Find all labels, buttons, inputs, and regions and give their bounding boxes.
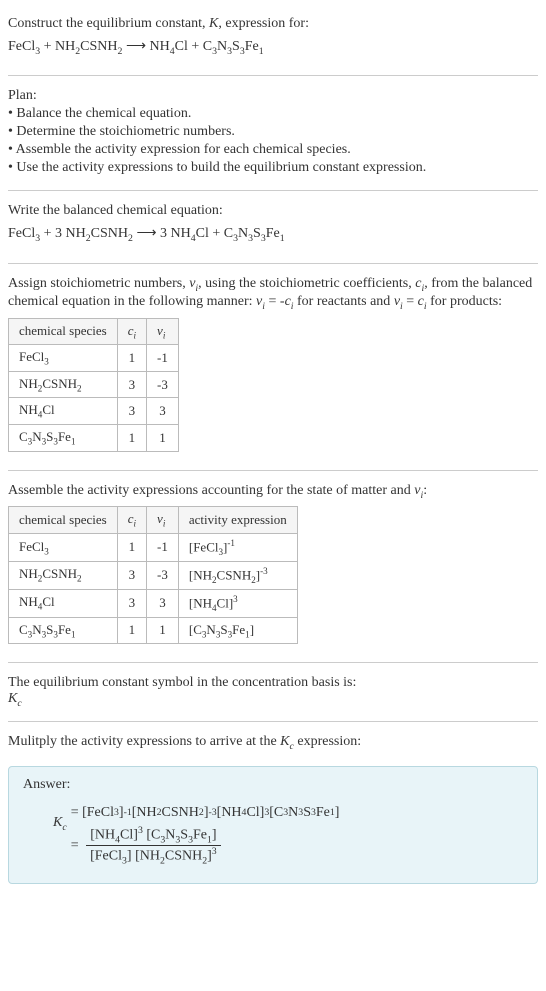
stoich-section: Assign stoichiometric numbers, νi, using…: [8, 268, 538, 466]
answer-label: Answer:: [23, 777, 523, 793]
answer-line2: = [NH4Cl]3 [C3N3S3Fe1] [FeCl3] [NH2CSNH2…: [71, 825, 340, 867]
header-line1: Construct the equilibrium constant, K, e…: [8, 16, 538, 32]
kc-symbol: Kc: [53, 803, 67, 833]
divider: [8, 470, 538, 471]
cell: 1: [147, 424, 179, 451]
cell: 1: [117, 617, 146, 644]
cell: FeCl3: [9, 345, 118, 372]
table-row: C3N3S3Fe1 1 1 [C3N3S3Fe1]: [9, 617, 298, 644]
cell: NH2CSNH2: [9, 561, 118, 589]
multiply-text: Mulitply the activity expressions to arr…: [8, 734, 538, 752]
divider: [8, 662, 538, 663]
cell: 3: [147, 398, 179, 425]
cell: 3: [117, 589, 146, 617]
cell: 3: [147, 589, 179, 617]
multiply-section: Mulitply the activity expressions to arr…: [8, 726, 538, 760]
cell: NH2CSNH2: [9, 371, 118, 398]
answer-content: Kc = [FeCl3]-1 [NH2CSNH2]-3 [NH4Cl]3 [C3…: [53, 803, 523, 869]
cell: NH4Cl: [9, 589, 118, 617]
header-equation: FeCl3 + NH2CSNH2 ⟶ NH4Cl + C3N3S3Fe1: [8, 36, 538, 59]
plan-item: • Determine the stoichiometric numbers.: [8, 124, 538, 140]
stoich-header-vi: νi: [147, 318, 179, 345]
table-row: NH2CSNH2 3 -3 [NH2CSNH2]-3: [9, 561, 298, 589]
plan-item: • Balance the chemical equation.: [8, 106, 538, 122]
cell: [FeCl3]-1: [178, 533, 297, 561]
cell: 1: [117, 424, 146, 451]
plan-section: Plan: • Balance the chemical equation. •…: [8, 80, 538, 186]
divider: [8, 75, 538, 76]
activity-table: chemical species ci νi activity expressi…: [8, 506, 298, 644]
balanced-title: Write the balanced chemical equation:: [8, 203, 538, 219]
cell: 3: [117, 398, 146, 425]
stoich-table: chemical species ci νi FeCl3 1 -1 NH2CSN…: [8, 318, 179, 452]
plan-item: • Assemble the activity expression for e…: [8, 142, 538, 158]
activity-text: Assemble the activity expressions accoun…: [8, 483, 538, 501]
plan-item: • Use the activity expressions to build …: [8, 160, 538, 176]
cell: -1: [147, 533, 179, 561]
table-row: NH4Cl 3 3 [NH4Cl]3: [9, 589, 298, 617]
answer-numerator: [NH4Cl]3 [C3N3S3Fe1]: [86, 825, 221, 846]
cell: -3: [147, 561, 179, 589]
cell: 3: [117, 561, 146, 589]
cell: -1: [147, 345, 179, 372]
activity-section: Assemble the activity expressions accoun…: [8, 475, 538, 659]
cell: 3: [117, 371, 146, 398]
activity-header-expr: activity expression: [178, 507, 297, 534]
cell: 1: [117, 533, 146, 561]
cell: [NH4Cl]3: [178, 589, 297, 617]
activity-header-species: chemical species: [9, 507, 118, 534]
table-row: FeCl3 1 -1 [FeCl3]-1: [9, 533, 298, 561]
table-row: FeCl3 1 -1: [9, 345, 179, 372]
cell: 1: [117, 345, 146, 372]
cell: [NH2CSNH2]-3: [178, 561, 297, 589]
activity-header-vi: νi: [147, 507, 179, 534]
cell: C3N3S3Fe1: [9, 617, 118, 644]
divider: [8, 190, 538, 191]
cell: -3: [147, 371, 179, 398]
stoich-header-species: chemical species: [9, 318, 118, 345]
balanced-section: Write the balanced chemical equation: Fe…: [8, 195, 538, 258]
eqsymbol-section: The equilibrium constant symbol in the c…: [8, 667, 538, 717]
divider: [8, 721, 538, 722]
cell: 1: [147, 617, 179, 644]
table-row: C3N3S3Fe1 1 1: [9, 424, 179, 451]
table-row: NH4Cl 3 3: [9, 398, 179, 425]
answer-denominator: [FeCl3] [NH2CSNH2]3: [86, 846, 221, 866]
eqsymbol-text: The equilibrium constant symbol in the c…: [8, 675, 538, 691]
answer-line1: = [FeCl3]-1 [NH2CSNH2]-3 [NH4Cl]3 [C3N3S…: [71, 805, 340, 821]
table-row: NH2CSNH2 3 -3: [9, 371, 179, 398]
answer-box: Answer: Kc = [FeCl3]-1 [NH2CSNH2]-3 [NH4…: [8, 766, 538, 884]
cell: FeCl3: [9, 533, 118, 561]
cell: [C3N3S3Fe1]: [178, 617, 297, 644]
stoich-text: Assign stoichiometric numbers, νi, using…: [8, 276, 538, 312]
plan-title: Plan:: [8, 88, 538, 104]
stoich-header-ci: ci: [117, 318, 146, 345]
activity-header-ci: ci: [117, 507, 146, 534]
cell: NH4Cl: [9, 398, 118, 425]
eqsymbol-symbol: Kc: [8, 691, 538, 709]
cell: C3N3S3Fe1: [9, 424, 118, 451]
balanced-equation: FeCl3 + 3 NH2CSNH2 ⟶ 3 NH4Cl + C3N3S3Fe1: [8, 223, 538, 246]
divider: [8, 263, 538, 264]
header-section: Construct the equilibrium constant, K, e…: [8, 8, 538, 71]
